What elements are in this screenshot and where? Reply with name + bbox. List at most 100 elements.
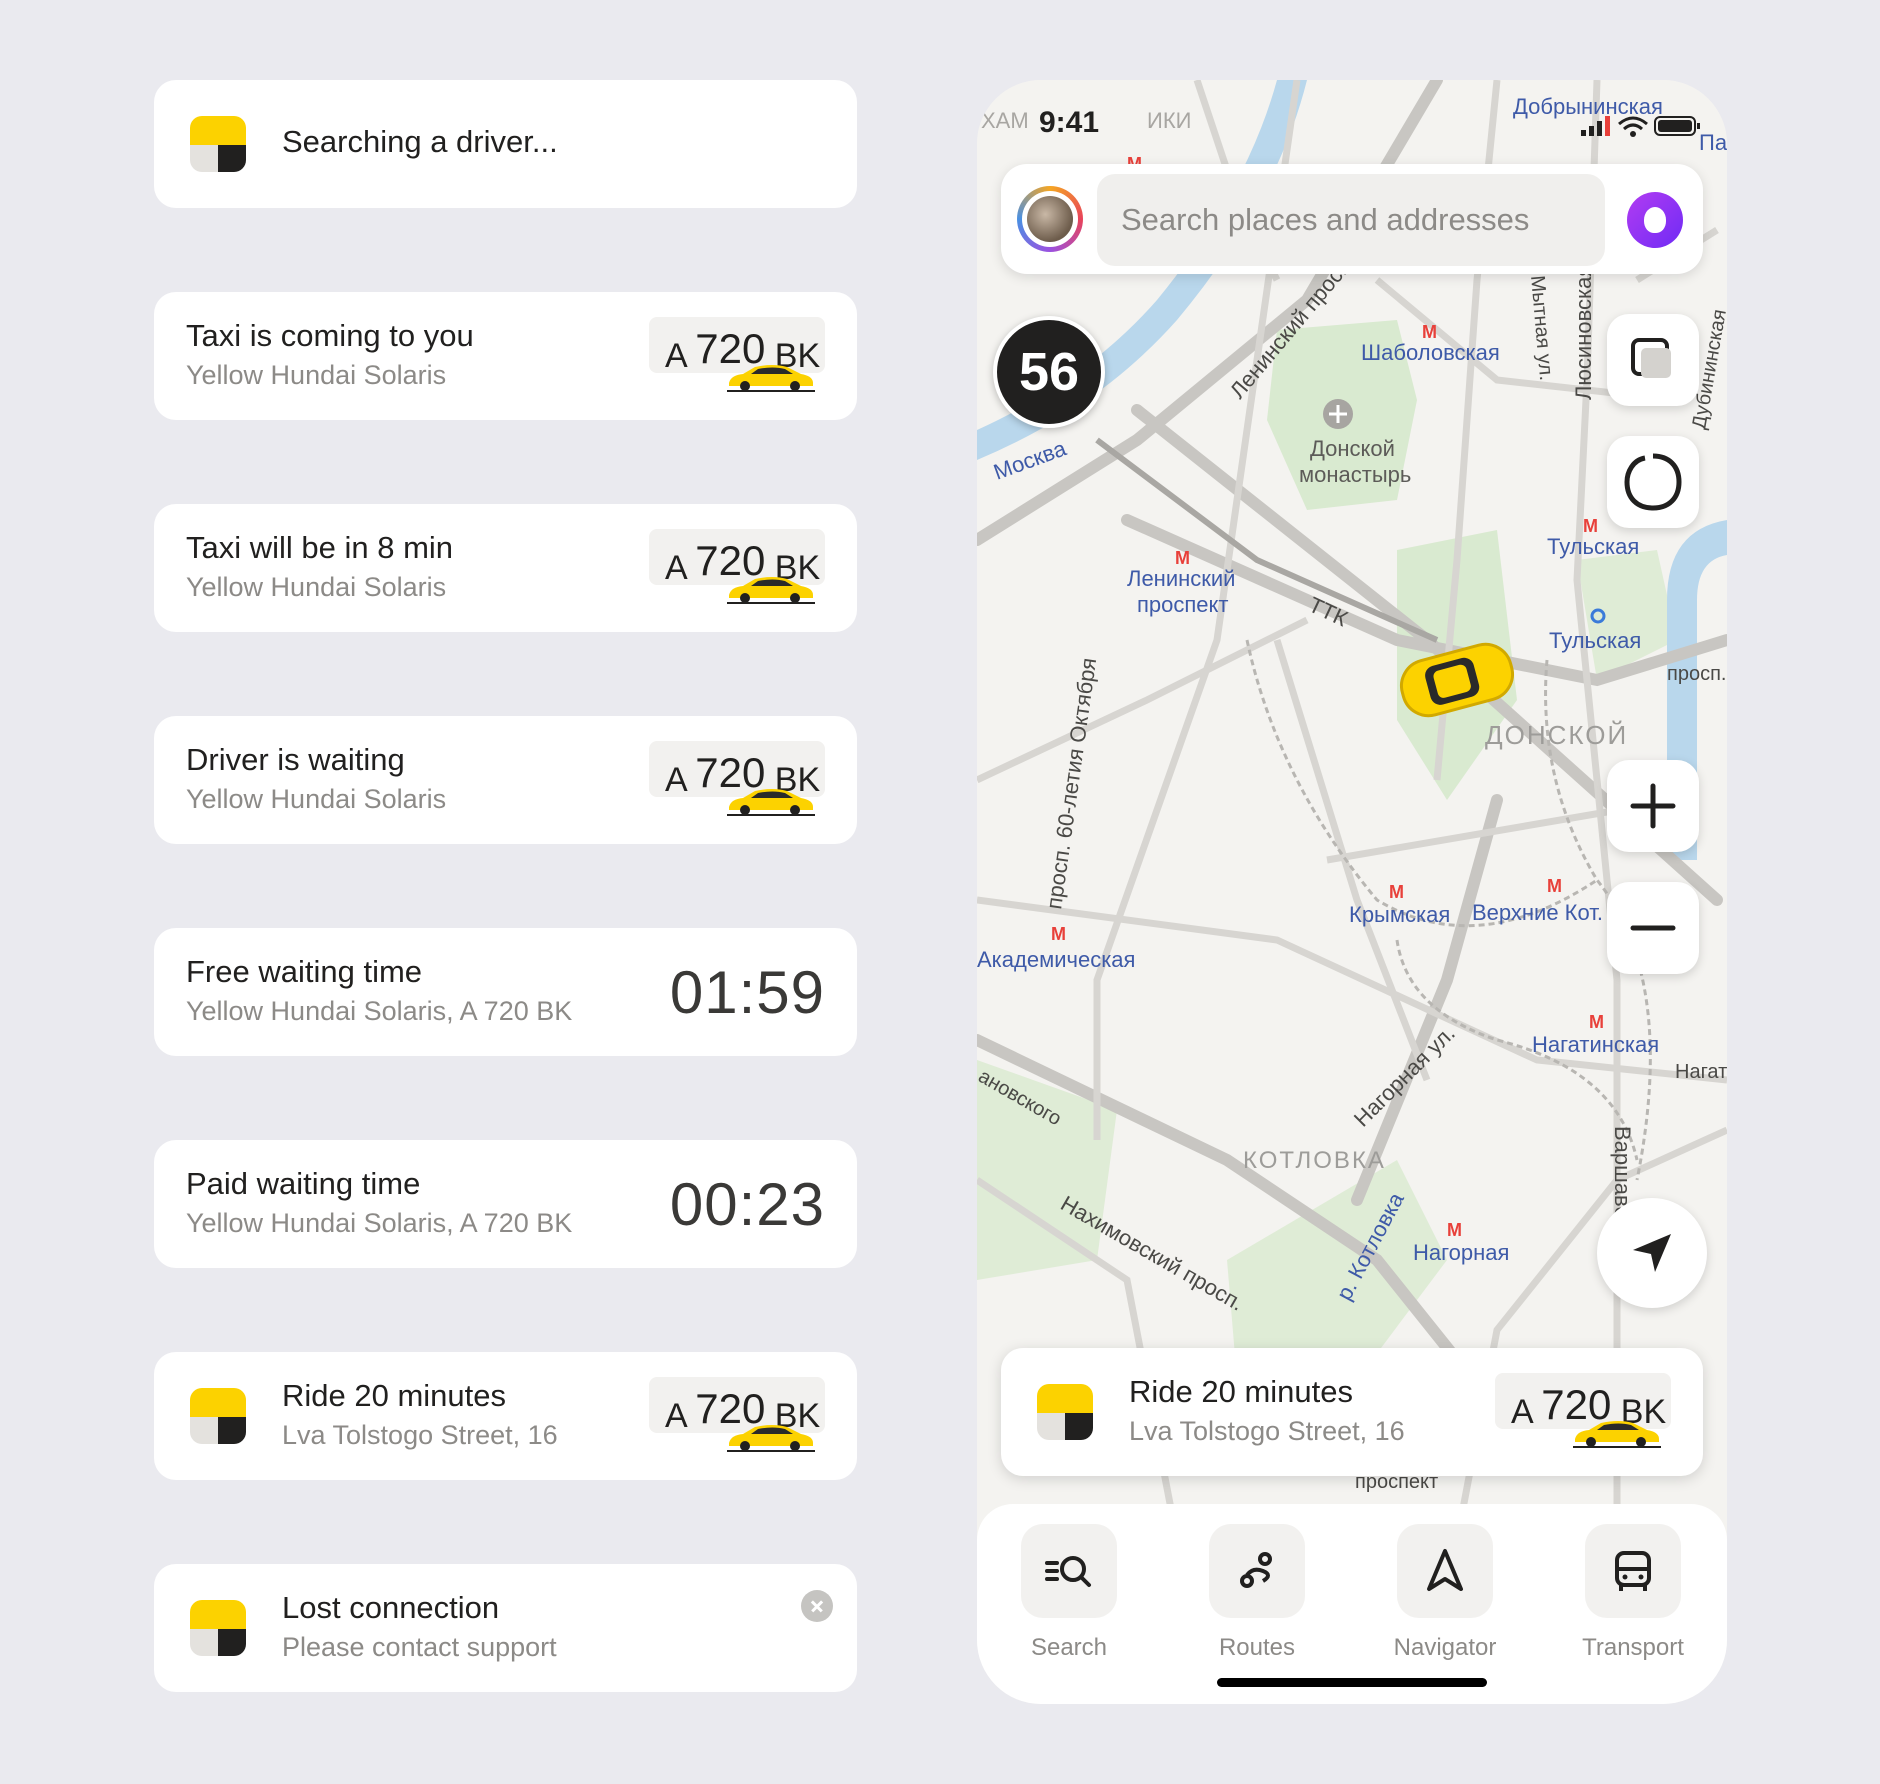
yellow-car-icon bbox=[1573, 1421, 1661, 1448]
yellow-car-icon bbox=[727, 789, 815, 816]
status-card-waiting[interactable]: Driver is waiting Yellow Hundai Solaris … bbox=[154, 716, 857, 844]
license-plate: A 720 BK bbox=[649, 1377, 825, 1452]
svg-text:Тульская: Тульская bbox=[1549, 628, 1641, 653]
status-card-paid-waiting[interactable]: Paid waiting time Yellow Hundai Solaris,… bbox=[154, 1140, 857, 1268]
svg-text:Донской: Донской bbox=[1310, 436, 1395, 461]
card-title: Ride 20 minutes bbox=[1129, 1374, 1354, 1409]
tab-routes[interactable]: Routes bbox=[1182, 1524, 1332, 1662]
svg-text:M: M bbox=[1422, 322, 1437, 342]
search-list-icon bbox=[1045, 1556, 1091, 1587]
status-bar-icons bbox=[1581, 116, 1700, 137]
alice-outline-icon bbox=[1624, 453, 1682, 511]
svg-text:Академическая: Академическая bbox=[977, 947, 1135, 972]
alice-button[interactable] bbox=[1607, 436, 1699, 528]
search-field[interactable] bbox=[1097, 174, 1605, 266]
card-title: Taxi is coming to you bbox=[186, 318, 474, 353]
svg-text:Шаболовская: Шаболовская bbox=[1361, 340, 1500, 365]
waiting-timer: 01:59 bbox=[669, 959, 825, 1026]
status-card-lost-connection[interactable]: Lost connection Please contact support bbox=[154, 1564, 857, 1692]
tab-navigator[interactable]: Navigator bbox=[1370, 1524, 1520, 1662]
svg-text:Нагат: Нагат bbox=[1675, 1061, 1727, 1083]
status-card-eta[interactable]: Taxi will be in 8 min Yellow Hundai Sola… bbox=[154, 504, 857, 632]
card-subtitle: Yellow Hundai Solaris, A 720 BK bbox=[186, 996, 573, 1026]
svg-text:Ленинский: Ленинский bbox=[1127, 566, 1235, 591]
card-subtitle: Yellow Hundai Solaris bbox=[186, 572, 447, 602]
svg-text:M: M bbox=[1589, 1012, 1604, 1032]
svg-text:Нагорная: Нагорная bbox=[1413, 1240, 1509, 1265]
card-subtitle: Yellow Hundai Solaris bbox=[186, 784, 447, 814]
bus-icon bbox=[1615, 1551, 1651, 1591]
license-plate: A 720 BK bbox=[1495, 1373, 1671, 1448]
card-title: Searching a driver... bbox=[282, 124, 558, 159]
ride-status-card[interactable]: Ride 20 minutes Lva Tolstogo Street, 16 … bbox=[1001, 1348, 1703, 1476]
my-location-button[interactable] bbox=[1597, 1198, 1707, 1308]
home-indicator[interactable] bbox=[1217, 1678, 1487, 1687]
zoom-in-button[interactable] bbox=[1607, 760, 1699, 852]
card-title: Taxi will be in 8 min bbox=[186, 530, 454, 565]
license-plate: A 720 BK bbox=[649, 529, 825, 604]
waiting-timer: 00:23 bbox=[669, 1171, 825, 1238]
tab-transport[interactable]: Transport bbox=[1558, 1524, 1708, 1662]
card-title: Free waiting time bbox=[186, 954, 423, 989]
close-icon[interactable] bbox=[801, 1590, 833, 1622]
svg-text:M: M bbox=[1389, 882, 1404, 902]
card-subtitle: Lva Tolstogo Street, 16 bbox=[282, 1420, 558, 1450]
navigator-icon bbox=[1427, 1549, 1463, 1591]
card-subtitle: Lva Tolstogo Street, 16 bbox=[1129, 1416, 1405, 1446]
speed-indicator: 56 bbox=[993, 316, 1105, 428]
svg-text:M: M bbox=[1175, 548, 1190, 568]
card-subtitle: Yellow Hundai Solaris bbox=[186, 360, 447, 390]
layers-button[interactable] bbox=[1607, 314, 1699, 406]
yellow-car-icon bbox=[727, 365, 815, 392]
status-time: 9:41 bbox=[1039, 106, 1100, 139]
svg-text:ДОНСКОЙ: ДОНСКОЙ bbox=[1485, 720, 1628, 750]
yandex-taxi-logo-icon bbox=[190, 116, 246, 172]
bottom-tab-bar: Search Routes Navigator Transport bbox=[977, 1504, 1727, 1704]
search-bar bbox=[1001, 164, 1703, 274]
svg-text:Нагатинская: Нагатинская bbox=[1532, 1032, 1659, 1057]
card-subtitle: Yellow Hundai Solaris, A 720 BK bbox=[186, 1208, 573, 1238]
status-card-ride[interactable]: Ride 20 minutes Lva Tolstogo Street, 16 … bbox=[154, 1352, 857, 1480]
license-plate: A 720 BK bbox=[649, 741, 825, 816]
svg-text:M: M bbox=[1447, 1220, 1462, 1240]
svg-text:Верхние Кот.: Верхние Кот. bbox=[1472, 900, 1603, 925]
yellow-car-icon bbox=[727, 577, 815, 604]
card-title: Driver is waiting bbox=[186, 742, 405, 777]
card-subtitle: Please contact support bbox=[282, 1632, 557, 1662]
svg-text:просп.: просп. bbox=[1667, 663, 1726, 685]
svg-text:Люсиновская: Люсиновская bbox=[1571, 265, 1596, 400]
user-avatar[interactable] bbox=[1017, 186, 1083, 252]
svg-text:ИКИ: ИКИ bbox=[1147, 108, 1191, 133]
license-plate: A 720 BK bbox=[649, 317, 825, 392]
yandex-taxi-logo-icon bbox=[190, 1600, 246, 1656]
zoom-out-button[interactable] bbox=[1607, 882, 1699, 974]
card-title: Ride 20 minutes bbox=[282, 1378, 507, 1413]
svg-text:M: M bbox=[1583, 516, 1598, 536]
minus-icon bbox=[1630, 925, 1676, 931]
phone-screen: M M M M M M M M M Добрынинская Шаболовск… bbox=[977, 80, 1727, 1704]
status-card-coming[interactable]: Taxi is coming to you Yellow Hundai Sola… bbox=[154, 292, 857, 420]
location-arrow-icon bbox=[1633, 1234, 1671, 1272]
svg-text:Крымская: Крымская bbox=[1349, 902, 1450, 927]
svg-text:КОТЛОВКА: КОТЛОВКА bbox=[1243, 1147, 1386, 1174]
routes-icon bbox=[1240, 1552, 1272, 1588]
yandex-taxi-logo-icon bbox=[190, 1388, 246, 1444]
status-card-free-waiting[interactable]: Free waiting time Yellow Hundai Solaris,… bbox=[154, 928, 857, 1056]
svg-text:Па: Па bbox=[1699, 130, 1727, 155]
card-title: Lost connection bbox=[282, 1590, 500, 1625]
tab-search[interactable]: Search bbox=[994, 1524, 1144, 1662]
card-title: Paid waiting time bbox=[186, 1166, 421, 1201]
svg-text:Тульская: Тульская bbox=[1547, 534, 1639, 559]
svg-text:M: M bbox=[1547, 876, 1562, 896]
svg-text:монастырь: монастырь bbox=[1299, 462, 1411, 487]
yellow-car-icon bbox=[727, 1425, 815, 1452]
svg-text:проспект: проспект bbox=[1137, 592, 1228, 617]
search-input[interactable] bbox=[1097, 174, 1605, 266]
yandex-taxi-logo-icon bbox=[1037, 1384, 1093, 1440]
plus-icon bbox=[1630, 783, 1676, 829]
svg-text:M: M bbox=[1051, 924, 1066, 944]
status-card-searching[interactable]: Searching a driver... bbox=[154, 80, 857, 208]
layers-icon bbox=[1631, 338, 1671, 378]
svg-text:ХАМ: ХАМ bbox=[981, 108, 1029, 133]
alice-voice-assistant-icon[interactable] bbox=[1627, 192, 1683, 248]
